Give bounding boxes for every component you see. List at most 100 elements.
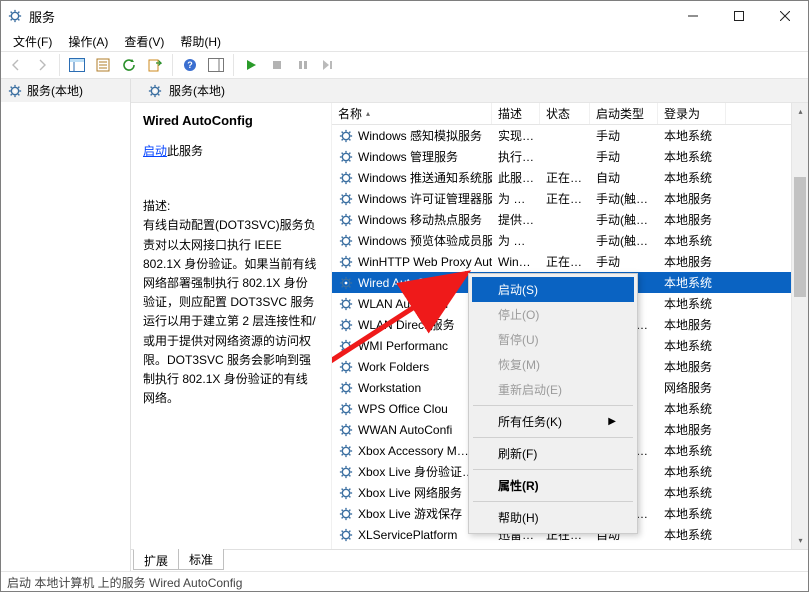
app-gear-icon [7, 8, 23, 24]
service-name-cell: Windows 预览体验成员服务 [358, 232, 492, 249]
service-logon-cell: 本地系统 [658, 442, 726, 459]
scroll-down-icon[interactable]: ▾ [792, 532, 808, 549]
service-logon-cell: 本地系统 [658, 232, 726, 249]
menu-view[interactable]: 查看(V) [116, 31, 172, 51]
scroll-up-icon[interactable]: ▴ [792, 103, 808, 120]
service-context-menu: 启动(S) 停止(O) 暂停(U) 恢复(M) 重新启动(E) 所有任务(K)▶… [468, 273, 638, 534]
service-state-cell: 正在… [540, 169, 590, 186]
ctx-stop[interactable]: 停止(O) [472, 302, 634, 327]
service-gear-icon [338, 422, 354, 438]
service-gear-icon [338, 191, 354, 207]
service-start-cell: 手动 [590, 253, 658, 270]
tree-item-services-local[interactable]: 服务(本地) [1, 79, 130, 102]
service-logon-cell: 本地服务 [658, 190, 726, 207]
service-row[interactable]: Windows 许可证管理器服务为 M…正在…手动(触发…本地服务 [332, 188, 808, 209]
service-gear-icon [338, 506, 354, 522]
col-header-logon[interactable]: 登录为 [658, 103, 726, 124]
toolbar: ? [1, 51, 808, 79]
service-gear-icon [338, 212, 354, 228]
window-maximize-button[interactable] [716, 1, 762, 31]
vertical-scrollbar[interactable]: ▴ ▾ [791, 103, 808, 549]
results-header: 服务(本地) [131, 79, 808, 103]
service-logon-cell: 本地服务 [658, 358, 726, 375]
svg-text:?: ? [187, 60, 193, 70]
service-start-cell: 手动(触发… [590, 190, 658, 207]
service-row[interactable]: Windows 预览体验成员服务为 W…手动(触发…本地系统 [332, 230, 808, 251]
col-header-name[interactable]: 名称▴ [332, 103, 492, 124]
ctx-pause[interactable]: 暂停(U) [472, 327, 634, 352]
menu-action[interactable]: 操作(A) [60, 31, 116, 51]
service-desc-cell: 为 M… [492, 190, 540, 207]
service-logon-cell: 本地系统 [658, 148, 726, 165]
service-gear-icon [338, 359, 354, 375]
ctx-start[interactable]: 启动(S) [472, 277, 634, 302]
col-header-state[interactable]: 状态 [540, 103, 590, 124]
ctx-alltasks[interactable]: 所有任务(K)▶ [472, 409, 634, 434]
service-row[interactable]: WinHTTP Web Proxy Aut…Win…正在…手动本地服务 [332, 251, 808, 272]
service-state-cell: 正在… [540, 190, 590, 207]
view-tabs: 扩展 标准 [131, 549, 808, 571]
description-text: 有线自动配置(DOT3SVC)服务负责对以太网接口执行 IEEE 802.1X … [143, 216, 319, 408]
window-close-button[interactable] [762, 1, 808, 31]
menu-help[interactable]: 帮助(H) [172, 31, 229, 51]
start-service-line: 启动此服务 [143, 142, 319, 161]
service-gear-icon [338, 128, 354, 144]
ctx-resume[interactable]: 恢复(M) [472, 352, 634, 377]
toolbar-panes-icon[interactable] [65, 53, 89, 77]
service-row[interactable]: Windows 推送通知系统服务此服…正在…自动本地系统 [332, 167, 808, 188]
service-logon-cell: 本地系统 [658, 274, 726, 291]
service-start-cell: 手动(触发… [590, 232, 658, 249]
menubar: 文件(F) 操作(A) 查看(V) 帮助(H) [1, 31, 808, 51]
service-logon-cell: 本地系统 [658, 484, 726, 501]
service-logon-cell: 本地系统 [658, 400, 726, 417]
service-logon-cell: 本地系统 [658, 295, 726, 312]
service-restart-button[interactable] [317, 53, 341, 77]
window-minimize-button[interactable] [670, 1, 716, 31]
service-start-cell: 手动 [590, 127, 658, 144]
service-desc-cell: Win… [492, 255, 540, 269]
service-gear-icon [338, 170, 354, 186]
service-name-cell: WWAN AutoConfi [358, 423, 452, 437]
service-name-cell: WLAN Direct 服务 [358, 316, 455, 333]
toolbar-properties-icon[interactable] [91, 53, 115, 77]
col-header-start[interactable]: 启动类型 [590, 103, 658, 124]
service-row[interactable]: Windows 感知模拟服务实现…手动本地系统 [332, 125, 808, 146]
tab-extended[interactable]: 扩展 [133, 549, 179, 570]
toolbar-refresh-icon[interactable] [117, 53, 141, 77]
selected-service-name: Wired AutoConfig [143, 113, 319, 128]
toolbar-help-icon[interactable]: ? [178, 53, 202, 77]
service-name-cell: Windows 许可证管理器服务 [358, 190, 492, 207]
service-gear-icon [338, 443, 354, 459]
toolbar-export-icon[interactable] [143, 53, 167, 77]
service-start-cell: 手动(触发… [590, 211, 658, 228]
service-gear-icon [338, 149, 354, 165]
service-pause-button[interactable] [291, 53, 315, 77]
scroll-thumb[interactable] [794, 177, 806, 297]
toolbar-preview-icon[interactable] [204, 53, 228, 77]
service-name-cell: WMI Performanc [358, 339, 448, 353]
ctx-props[interactable]: 属性(R) [472, 473, 634, 498]
service-row[interactable]: Windows 管理服务执行…手动本地系统 [332, 146, 808, 167]
results-header-gear-icon [147, 83, 163, 99]
ctx-restart[interactable]: 重新启动(E) [472, 377, 634, 402]
tab-standard[interactable]: 标准 [178, 549, 224, 570]
service-logon-cell: 本地系统 [658, 463, 726, 480]
start-service-link[interactable]: 启动 [143, 144, 167, 158]
service-gear-icon [338, 254, 354, 270]
service-name-cell: Workstation [358, 381, 421, 395]
nav-back-button[interactable] [4, 53, 28, 77]
sort-asc-icon: ▴ [366, 109, 370, 118]
ctx-refresh[interactable]: 刷新(F) [472, 441, 634, 466]
col-header-desc[interactable]: 描述 [492, 103, 540, 124]
service-start-button[interactable] [239, 53, 263, 77]
service-row[interactable]: Windows 移动热点服务提供…手动(触发…本地服务 [332, 209, 808, 230]
service-logon-cell: 本地系统 [658, 337, 726, 354]
nav-forward-button[interactable] [30, 53, 54, 77]
results-header-label: 服务(本地) [169, 82, 225, 99]
menu-file[interactable]: 文件(F) [5, 31, 60, 51]
service-gear-icon [338, 317, 354, 333]
ctx-help[interactable]: 帮助(H) [472, 505, 634, 530]
service-stop-button[interactable] [265, 53, 289, 77]
service-desc-cell: 执行… [492, 148, 540, 165]
service-gear-icon [338, 275, 354, 291]
